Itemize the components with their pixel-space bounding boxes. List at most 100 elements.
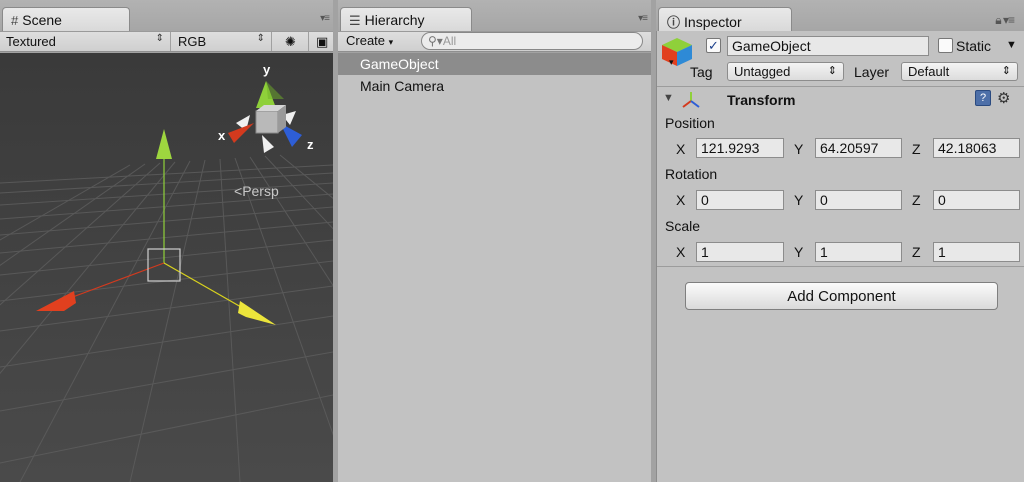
- render-mode-value: RGB: [178, 34, 207, 49]
- shading-mode-dropdown[interactable]: Textured ⇕: [0, 32, 171, 51]
- rotation-z-value: 0: [938, 192, 946, 208]
- projection-label: Persp: [242, 183, 279, 199]
- add-component-button[interactable]: Add Component: [685, 282, 998, 310]
- scale-x-label: X: [676, 244, 686, 260]
- scale-y-field[interactable]: 1: [815, 242, 902, 262]
- rotation-y-label: Y: [794, 192, 804, 208]
- tab-inspector-label: Inspector: [684, 14, 742, 30]
- tab-hierarchy[interactable]: ☰ Hierarchy: [340, 7, 472, 31]
- hierarchy-search-input[interactable]: ⚲▾All: [421, 32, 643, 50]
- position-y-field[interactable]: 64.20597: [815, 138, 902, 158]
- help-book-icon[interactable]: ?: [975, 90, 991, 106]
- scale-z-value: 1: [938, 244, 946, 260]
- render-mode-dropdown[interactable]: RGB ⇕: [172, 32, 272, 51]
- add-component-label: Add Component: [787, 288, 896, 305]
- gizmo-z-label: z: [307, 137, 314, 152]
- grid-icon: #: [11, 13, 19, 28]
- rotation-y-field[interactable]: 0: [815, 190, 902, 210]
- perspective-icon: <: [234, 183, 243, 199]
- lock-icon[interactable]: 🔒︎ ▾≡: [995, 13, 1015, 28]
- create-button[interactable]: Create ▾: [346, 33, 393, 48]
- hierarchy-list: GameObject Main Camera: [338, 53, 651, 482]
- position-z-value: 42.18063: [938, 140, 997, 156]
- tag-value: Untagged: [734, 64, 791, 79]
- scale-y-label: Y: [794, 244, 804, 260]
- lighting-toggle[interactable]: ✺: [273, 32, 309, 51]
- scale-label: Scale: [665, 218, 701, 234]
- tab-scene[interactable]: # Scene: [2, 7, 130, 31]
- rotation-z-label: Z: [912, 192, 921, 208]
- object-name-field[interactable]: GameObject: [727, 36, 929, 56]
- create-label: Create: [346, 33, 386, 48]
- position-x-value: 121.9293: [701, 140, 760, 156]
- inspector-tabstrip: ⓘ Inspector 🔒︎ ▾≡: [656, 0, 1024, 31]
- updown-icon: ⇕: [256, 33, 265, 44]
- hierarchy-tabstrip: ☰ Hierarchy ▾≡: [338, 0, 651, 31]
- inspector-panel: ⓘInspector 🔒︎ ▾≡ ▾ ✓ GameObject ✓ Static…: [656, 0, 1024, 482]
- hierarchy-item-label: GameObject: [360, 56, 439, 72]
- scale-x-field[interactable]: 1: [696, 242, 784, 262]
- gizmo-y-label: y: [263, 62, 271, 77]
- active-checkbox[interactable]: ✓: [706, 38, 721, 53]
- updown-icon: ⇕: [1001, 65, 1011, 77]
- scale-y-value: 1: [820, 244, 828, 260]
- updown-icon: ⇕: [155, 33, 164, 44]
- hierarchy-tab-menu-icon[interactable]: ▾≡: [638, 13, 648, 24]
- rotation-y-value: 0: [820, 192, 828, 208]
- divider: [657, 86, 1024, 87]
- position-x-label: X: [676, 141, 686, 157]
- rotation-x-field[interactable]: 0: [696, 190, 784, 210]
- gameobject-cube-icon: [662, 38, 692, 66]
- rotation-x-label: X: [676, 192, 686, 208]
- search-placeholder: All: [442, 34, 457, 48]
- hierarchy-item-label: Main Camera: [360, 78, 445, 94]
- position-z-field[interactable]: 42.18063: [933, 138, 1020, 158]
- scale-z-label: Z: [912, 244, 921, 260]
- position-label: Position: [665, 115, 715, 131]
- tag-label: Tag: [690, 64, 713, 80]
- layer-dropdown[interactable]: Default ⇕: [901, 62, 1018, 81]
- hierarchy-panel: ☰ Hierarchy ▾≡ Create ▾ ⚲▾All GameObject …: [338, 0, 651, 482]
- rotation-label: Rotation: [665, 166, 718, 182]
- icon-dropdown-arrow-icon[interactable]: ▾: [669, 57, 674, 68]
- dropdown-arrow-icon: ▾: [388, 37, 394, 47]
- scene-tab-menu-icon[interactable]: ▾≡: [320, 13, 330, 24]
- scene-viewport[interactable]: y x z <Persp: [0, 53, 333, 482]
- layer-value: Default: [908, 64, 950, 79]
- scale-z-field[interactable]: 1: [933, 242, 1020, 262]
- rotation-z-field[interactable]: 0: [933, 190, 1020, 210]
- scene-canvas: [0, 53, 333, 482]
- tab-hierarchy-label: Hierarchy: [364, 12, 425, 28]
- position-y-value: 64.20597: [820, 140, 879, 156]
- position-z-label: Z: [912, 141, 921, 157]
- transform-icon: [682, 92, 700, 108]
- shading-mode-value: Textured: [6, 34, 56, 49]
- image-icon: ▣: [316, 34, 329, 49]
- inspector-body: ▾ ✓ GameObject ✓ Static ▼ Tag Untagged ⇕…: [656, 31, 1024, 482]
- gear-icon[interactable]: ⚙: [997, 89, 1010, 107]
- divider: [657, 266, 1024, 267]
- tag-dropdown[interactable]: Untagged ⇕: [727, 62, 844, 81]
- position-y-label: Y: [794, 141, 804, 157]
- scene-tabstrip: # Scene ▾≡: [0, 0, 333, 31]
- search-icon: ⚲▾: [428, 34, 443, 48]
- foldout-arrow-icon[interactable]: ▼: [663, 92, 674, 104]
- image-effects-toggle[interactable]: ▣: [310, 32, 333, 51]
- position-x-field[interactable]: 121.9293: [696, 138, 784, 158]
- layer-label: Layer: [854, 64, 890, 80]
- hierarchy-toolbar: Create ▾ ⚲▾All: [338, 31, 651, 52]
- scene-panel: # Scene ▾≡ Textured ⇕ RGB ⇕ ✺ ▣ y x z <P…: [0, 0, 333, 482]
- hierarchy-item-gameobject[interactable]: GameObject: [338, 53, 651, 75]
- static-checkbox[interactable]: ✓: [938, 38, 953, 53]
- hierarchy-item-main-camera[interactable]: Main Camera: [338, 75, 651, 97]
- static-dropdown-arrow-icon[interactable]: ▼: [1006, 39, 1017, 51]
- projection-toggle[interactable]: <Persp: [234, 183, 279, 199]
- scale-x-value: 1: [701, 244, 709, 260]
- tab-inspector[interactable]: ⓘ Inspector: [658, 7, 792, 31]
- scene-toolbar: Textured ⇕ RGB ⇕ ✺ ▣: [0, 31, 333, 52]
- gizmo-x-label: x: [218, 128, 226, 143]
- info-icon: ⓘ: [667, 15, 681, 30]
- list-icon: ☰: [349, 13, 361, 28]
- object-name-value: GameObject: [732, 38, 811, 54]
- rotation-x-value: 0: [701, 192, 709, 208]
